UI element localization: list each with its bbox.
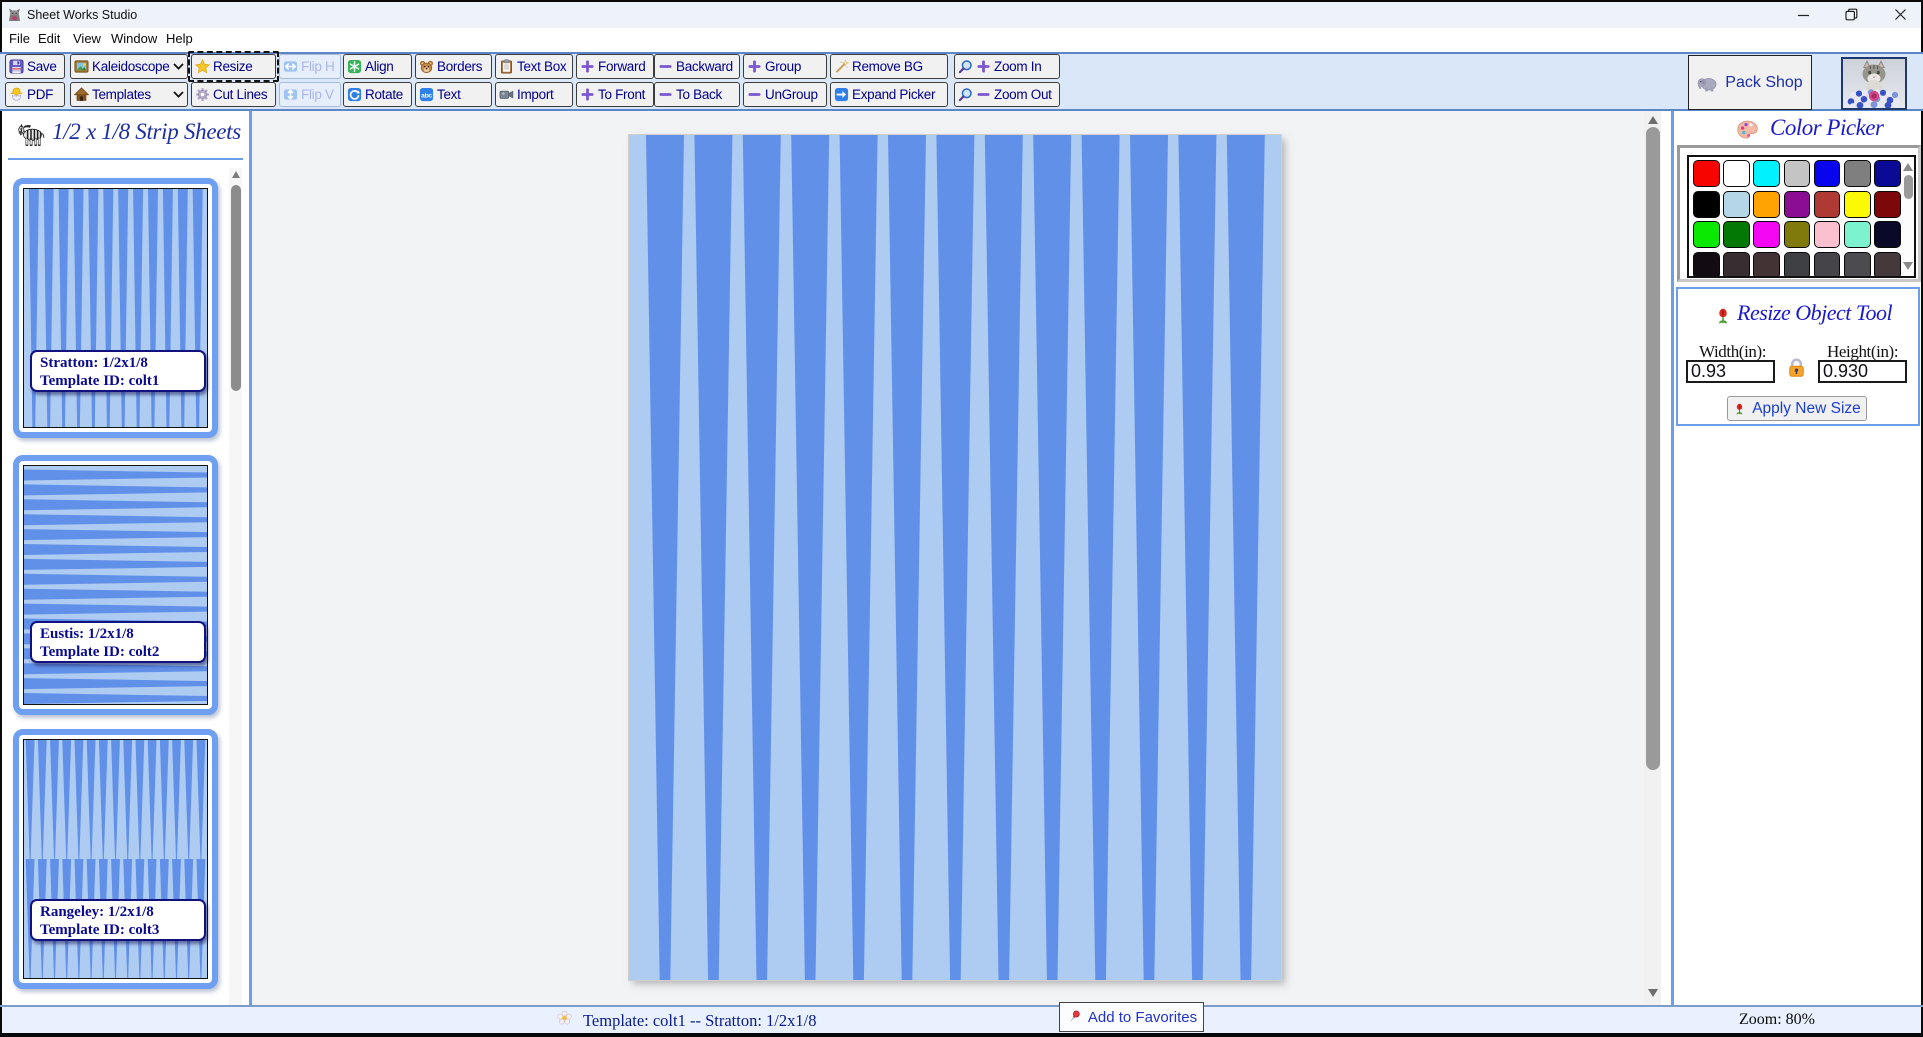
svg-text:abc: abc [421, 92, 432, 99]
